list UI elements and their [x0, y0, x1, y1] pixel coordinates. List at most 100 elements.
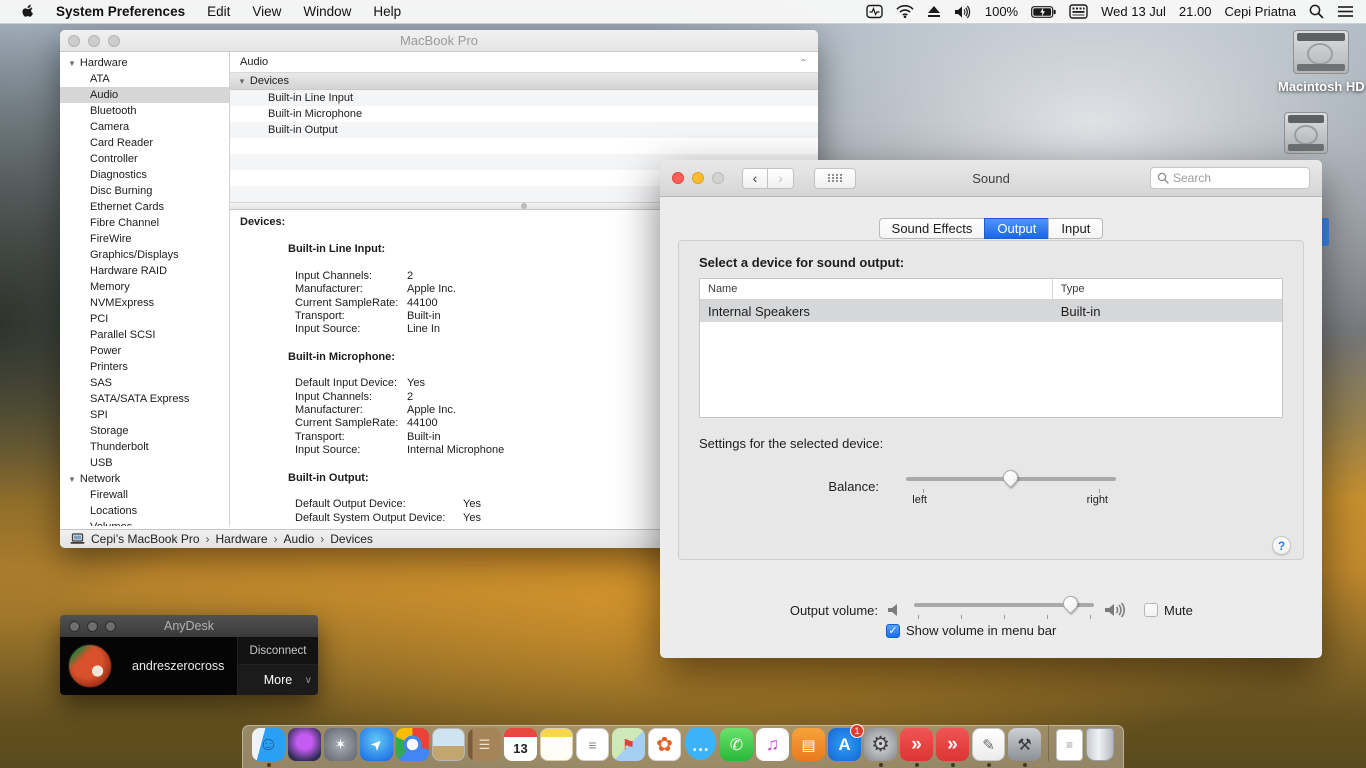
output-volume-slider[interactable]	[914, 592, 1094, 625]
sidebar-item-sas[interactable]: SAS	[60, 375, 229, 391]
sidebar-item-firewall[interactable]: Firewall	[60, 487, 229, 503]
sidebar-item-power[interactable]: Power	[60, 343, 229, 359]
anydesk-status-icon[interactable]	[866, 4, 883, 19]
dock-chrome[interactable]	[396, 728, 429, 761]
dock-anydesk[interactable]: »	[900, 728, 933, 767]
disclosure-triangle-icon[interactable]: ▼	[238, 77, 246, 86]
dock-system-information[interactable]: ⚒	[1008, 728, 1041, 767]
column-name[interactable]: Name	[700, 279, 1053, 299]
anydesk-titlebar[interactable]: AnyDesk	[60, 615, 318, 637]
sidebar-item-audio[interactable]: Audio	[60, 87, 229, 103]
sound-titlebar[interactable]: Sound ‹ ›	[660, 160, 1322, 197]
sidebar-item-graphics-displays[interactable]: Graphics/Displays	[60, 247, 229, 263]
mute-checkbox[interactable]	[1144, 603, 1158, 617]
desktop-icon-second-drive[interactable]	[1284, 112, 1328, 154]
dock-calendar[interactable]: 13	[504, 728, 537, 761]
dock-preview[interactable]	[432, 728, 465, 761]
dock-contacts[interactable]: ☰	[468, 728, 501, 761]
show-volume-checkbox[interactable]: ✓	[886, 623, 900, 638]
dock-siri[interactable]	[288, 728, 321, 761]
active-app-name[interactable]: System Preferences	[56, 4, 185, 19]
device-row-line-input[interactable]: Built-in Line Input	[230, 90, 818, 106]
column-type[interactable]: Type	[1053, 283, 1085, 295]
sidebar-item-controller[interactable]: Controller	[60, 151, 229, 167]
volume-icon[interactable]	[954, 5, 972, 19]
sidebar-group-hardware[interactable]: ▼ Hardware	[60, 55, 229, 71]
disclosure-triangle-icon[interactable]: ▼	[68, 475, 76, 484]
tab-sound-effects[interactable]: Sound Effects	[878, 218, 985, 239]
notification-center-icon[interactable]	[1337, 5, 1354, 18]
devices-group-row[interactable]: ▼ Devices	[230, 73, 818, 90]
more-button[interactable]: More ∨	[238, 665, 318, 695]
dock-app-store[interactable]: A1	[828, 724, 864, 761]
menu-help[interactable]: Help	[373, 4, 401, 19]
sidebar-item-parallel-scsi[interactable]: Parallel SCSI	[60, 327, 229, 343]
sidebar-item-storage[interactable]: Storage	[60, 423, 229, 439]
sidebar-item-disc-burning[interactable]: Disc Burning	[60, 183, 229, 199]
spotlight-search-icon[interactable]	[1309, 4, 1324, 19]
dock-photos[interactable]: ✿	[648, 728, 681, 761]
back-button[interactable]: ‹	[742, 167, 768, 189]
sidebar-item-firewire[interactable]: FireWire	[60, 231, 229, 247]
tab-output[interactable]: Output	[984, 218, 1049, 239]
dock-trash[interactable]	[1086, 728, 1114, 761]
dock-anydesk-2[interactable]: »	[936, 728, 969, 767]
breadcrumb-computer[interactable]: Cepi’s MacBook Pro	[91, 532, 200, 546]
sidebar-item-sata-express[interactable]: SATA/SATA Express	[60, 391, 229, 407]
sidebar-item-ethernet-cards[interactable]: Ethernet Cards	[60, 199, 229, 215]
balance-slider[interactable]: left right	[906, 466, 1116, 506]
menu-view[interactable]: View	[252, 4, 281, 19]
help-button[interactable]: ?	[1272, 536, 1291, 555]
sidebar-item-card-reader[interactable]: Card Reader	[60, 135, 229, 151]
sidebar-item-volumes[interactable]: Volumes	[60, 519, 229, 526]
dock-notes[interactable]	[540, 728, 573, 761]
sidebar-item-thunderbolt[interactable]: Thunderbolt	[60, 439, 229, 455]
show-all-button[interactable]	[814, 167, 856, 189]
menu-edit[interactable]: Edit	[207, 4, 230, 19]
breadcrumb-devices[interactable]: Devices	[330, 532, 373, 546]
dock-ibooks[interactable]: ▤	[792, 728, 825, 761]
keyboard-input-icon[interactable]	[1069, 4, 1088, 19]
sidebar-item-fibre-channel[interactable]: Fibre Channel	[60, 215, 229, 231]
sidebar-item-diagnostics[interactable]: Diagnostics	[60, 167, 229, 183]
disclosure-triangle-icon[interactable]: ▼	[68, 59, 76, 68]
dock-maps[interactable]: ⚑	[612, 728, 645, 761]
search-input[interactable]	[1173, 171, 1293, 185]
output-device-table[interactable]: Name Type Internal Speakers Built-in	[699, 278, 1283, 418]
sidebar-item-hardware-raid[interactable]: Hardware RAID	[60, 263, 229, 279]
battery-charging-icon[interactable]	[1031, 5, 1056, 18]
dock-messages[interactable]: …	[684, 728, 717, 761]
breadcrumb-audio[interactable]: Audio	[284, 532, 315, 546]
menu-window[interactable]: Window	[303, 4, 351, 19]
eject-icon[interactable]	[927, 5, 941, 18]
sidebar-group-network[interactable]: ▼ Network	[60, 471, 229, 487]
dock-itunes[interactable]: ♫	[756, 728, 789, 761]
apple-menu-icon[interactable]	[20, 4, 34, 20]
system-information-titlebar[interactable]: MacBook Pro	[60, 30, 818, 52]
table-row[interactable]: Internal Speakers Built-in	[700, 300, 1282, 322]
disconnect-button[interactable]: Disconnect	[238, 637, 318, 665]
balance-slider-thumb[interactable]	[999, 466, 1022, 489]
wifi-icon[interactable]	[896, 5, 914, 18]
sidebar-item-printers[interactable]: Printers	[60, 359, 229, 375]
collapse-chevron-icon[interactable]: ⌃	[799, 57, 808, 68]
breadcrumb-hardware[interactable]: Hardware	[216, 532, 268, 546]
forward-button[interactable]: ›	[768, 167, 794, 189]
search-field[interactable]	[1150, 167, 1310, 189]
clock-time[interactable]: 21.00	[1179, 4, 1212, 19]
sidebar-item-memory[interactable]: Memory	[60, 279, 229, 295]
dock-safari[interactable]: ➤	[360, 728, 393, 761]
dock-system-preferences[interactable]: ⚙	[864, 728, 897, 767]
dock-reminders[interactable]: ≡	[576, 728, 609, 761]
device-row-output[interactable]: Built-in Output	[230, 122, 818, 138]
sidebar-item-usb[interactable]: USB	[60, 455, 229, 471]
sidebar-item-nvmexpress[interactable]: NVMExpress	[60, 295, 229, 311]
device-row-microphone[interactable]: Built-in Microphone	[230, 106, 818, 122]
sidebar-item-pci[interactable]: PCI	[60, 311, 229, 327]
tab-input[interactable]: Input	[1048, 218, 1104, 239]
sidebar-item-spi[interactable]: SPI	[60, 407, 229, 423]
splitter-knob[interactable]	[521, 203, 527, 209]
user-name[interactable]: Cepi Priatna	[1224, 4, 1296, 19]
volume-slider-thumb[interactable]	[1059, 592, 1081, 615]
dock-launchpad[interactable]: ✶	[324, 728, 357, 761]
